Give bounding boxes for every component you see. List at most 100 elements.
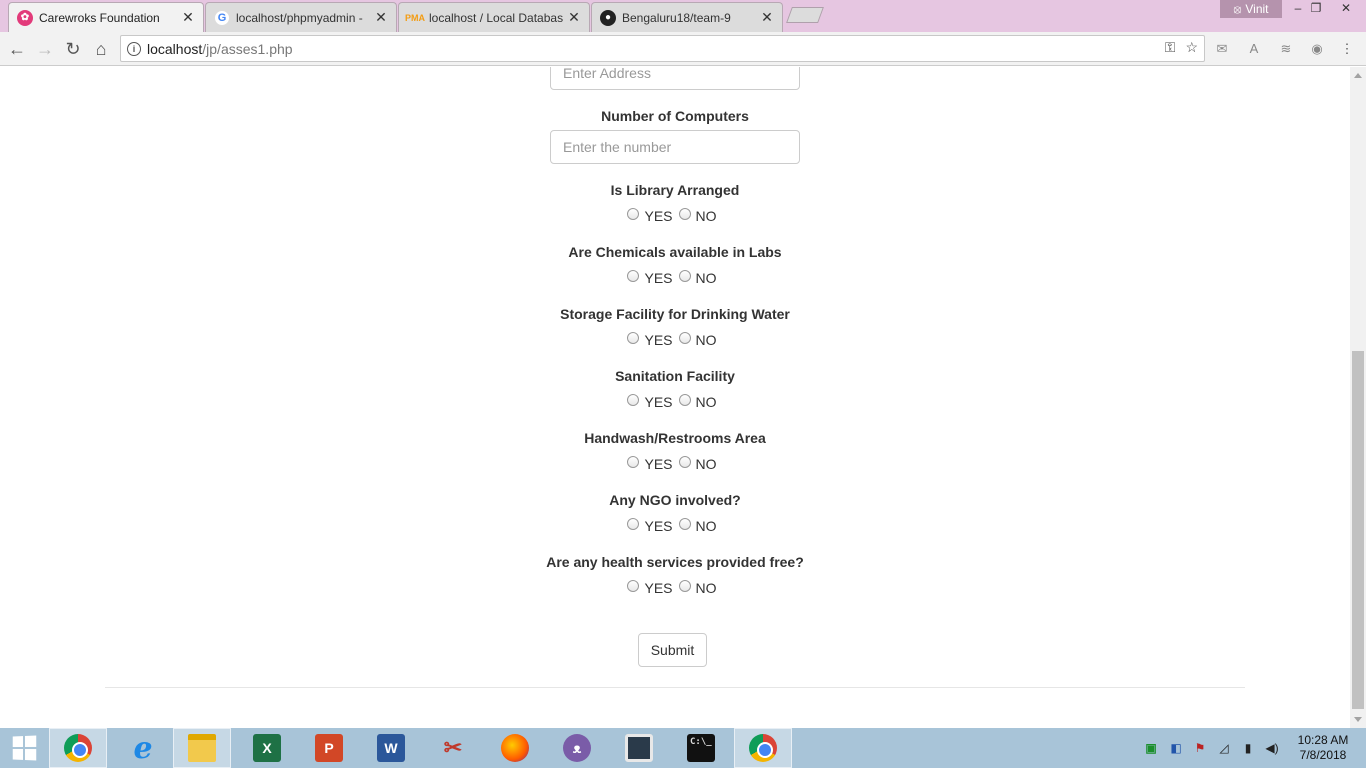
taskbar-file-explorer[interactable] (173, 728, 231, 768)
github-favicon-icon: ● (600, 9, 616, 26)
question-water-options: YES NO (425, 332, 925, 348)
taskbar-internet-explorer[interactable]: e (114, 728, 172, 768)
profile-button[interactable]: ⦻ Vinit (1220, 0, 1282, 18)
start-button[interactable] (0, 728, 48, 768)
radio-no[interactable] (678, 518, 691, 530)
tray-app-icon[interactable]: ▣ (1143, 740, 1159, 756)
tab-title: Carewroks Foundation (39, 10, 160, 25)
menu-kebab-icon[interactable]: ⋮ (1338, 40, 1356, 58)
question-library-options: YES NO (425, 208, 925, 224)
computers-input[interactable]: Enter the number (550, 130, 800, 164)
tab-github[interactable]: ● Bengaluru18/team-9 ✕ (591, 2, 783, 32)
no-label: NO (695, 518, 717, 534)
tray-network-app-icon[interactable]: ◧ (1168, 740, 1184, 756)
phpmyadmin-favicon-icon: PMA (405, 12, 425, 23)
back-arrow-icon[interactable]: ← (5, 37, 29, 61)
radio-yes[interactable] (627, 208, 640, 220)
radio-no[interactable] (678, 580, 691, 592)
star-icon[interactable]: ☆ (1185, 39, 1198, 56)
question-sanitation-label: Sanitation Facility (615, 368, 735, 384)
radio-yes[interactable] (627, 518, 640, 530)
taskbar-cat-app[interactable]: ᴥ (548, 728, 606, 768)
extension-mail-icon[interactable]: ✉ (1213, 40, 1231, 58)
forward-arrow-icon[interactable]: → (33, 37, 57, 61)
radio-no[interactable] (678, 394, 691, 406)
clock-time: 10:28 AM (1297, 733, 1349, 747)
taskbar-box-app[interactable] (610, 728, 668, 768)
radio-yes[interactable] (627, 332, 640, 344)
no-label: NO (695, 332, 717, 348)
extension-stack-icon[interactable]: ≋ (1277, 40, 1295, 58)
close-icon[interactable]: ✕ (760, 9, 774, 26)
windows-taskbar: e X P W ✂ ᴥ C:\_ ▣ ◧ ⚑ ◿ ▮ ◀) 10:28 AM 7… (0, 728, 1366, 768)
page-scrollbar[interactable] (1350, 67, 1366, 728)
taskbar-word[interactable]: W (362, 728, 420, 768)
no-label: NO (695, 208, 717, 224)
radio-no[interactable] (678, 456, 691, 468)
question-ngo-label: Any NGO involved? (609, 492, 741, 508)
question-health-label: Are any health services provided free? (546, 554, 804, 570)
scroll-up-icon[interactable] (1354, 73, 1362, 78)
address-input[interactable]: Enter Address (550, 67, 800, 90)
address-bar[interactable]: i localhost/jp/asses1.php ⚿ ☆ (120, 35, 1205, 62)
radio-yes[interactable] (627, 270, 640, 282)
close-window-icon[interactable]: ✕ (1330, 0, 1362, 18)
radio-no[interactable] (678, 208, 691, 220)
reload-icon[interactable]: ↻ (61, 37, 85, 61)
close-icon[interactable]: ✕ (181, 9, 195, 26)
battery-icon[interactable]: ▮ (1240, 740, 1256, 756)
carewroks-favicon-icon: ✿ (17, 9, 33, 26)
radio-yes[interactable] (627, 394, 640, 406)
no-label: NO (695, 270, 717, 286)
extension-a-icon[interactable]: A (1245, 40, 1263, 58)
folder-icon (188, 734, 216, 762)
page-viewport: Enter Address Number of Computers Enter … (0, 67, 1350, 728)
scroll-thumb[interactable] (1352, 351, 1364, 709)
yes-label: YES (644, 394, 673, 410)
system-clock[interactable]: 10:28 AM 7/8/2018 (1290, 733, 1356, 763)
tray-flag-icon[interactable]: ⚑ (1192, 740, 1208, 756)
profile-name: Vinit (1245, 2, 1269, 16)
taskbar-command-prompt[interactable]: C:\_ (672, 728, 730, 768)
browser-tab-bar: ✿ Carewroks Foundation ✕ G localhost/php… (0, 0, 1366, 32)
yes-label: YES (644, 580, 673, 596)
yes-label: YES (644, 456, 673, 472)
chrome-icon (64, 734, 92, 762)
tab-carewroks[interactable]: ✿ Carewroks Foundation ✕ (8, 2, 204, 32)
volume-icon[interactable]: ◀) (1264, 740, 1280, 756)
taskbar-excel[interactable]: X (238, 728, 296, 768)
tab-phpmyadmin[interactable]: G localhost/phpmyadmin - ✕ (205, 2, 397, 32)
question-library-label: Is Library Arranged (610, 182, 740, 198)
scroll-down-icon[interactable] (1354, 717, 1362, 722)
firefox-icon (501, 734, 529, 762)
radio-no[interactable] (678, 332, 691, 344)
question-sanitation-options: YES NO (425, 394, 925, 410)
tab-title: Bengaluru18/team-9 (622, 10, 731, 25)
taskbar-powerpoint[interactable]: P (300, 728, 358, 768)
close-icon[interactable]: ✕ (374, 9, 388, 26)
taskbar-firefox[interactable] (486, 728, 544, 768)
yes-label: YES (644, 270, 673, 286)
clock-date: 7/8/2018 (1299, 748, 1347, 762)
windows-logo-icon (12, 735, 37, 761)
powerpoint-icon: P (315, 734, 343, 762)
restore-icon[interactable]: ❐ (1305, 0, 1327, 18)
home-icon[interactable]: ⌂ (89, 37, 113, 61)
radio-no[interactable] (678, 270, 691, 282)
radio-yes[interactable] (627, 456, 640, 468)
info-icon[interactable]: i (127, 41, 141, 56)
taskbar-snipping-tool[interactable]: ✂ (424, 728, 482, 768)
wifi-icon[interactable]: ◿ (1216, 740, 1232, 756)
extension-globe-icon[interactable]: ◉ (1308, 40, 1326, 58)
close-icon[interactable]: ✕ (567, 9, 581, 26)
new-tab-button[interactable] (786, 7, 824, 23)
tab-local-database[interactable]: PMA localhost / Local Databas ✕ (398, 2, 590, 32)
terminal-icon: C:\_ (687, 734, 715, 762)
radio-yes[interactable] (627, 580, 640, 592)
taskbar-chrome[interactable] (49, 728, 107, 768)
key-icon[interactable]: ⚿ (1165, 39, 1176, 56)
submit-button[interactable]: Submit (638, 633, 707, 667)
tab-title: localhost/phpmyadmin - (236, 10, 363, 25)
yes-label: YES (644, 518, 673, 534)
taskbar-chrome-2[interactable] (734, 728, 792, 768)
